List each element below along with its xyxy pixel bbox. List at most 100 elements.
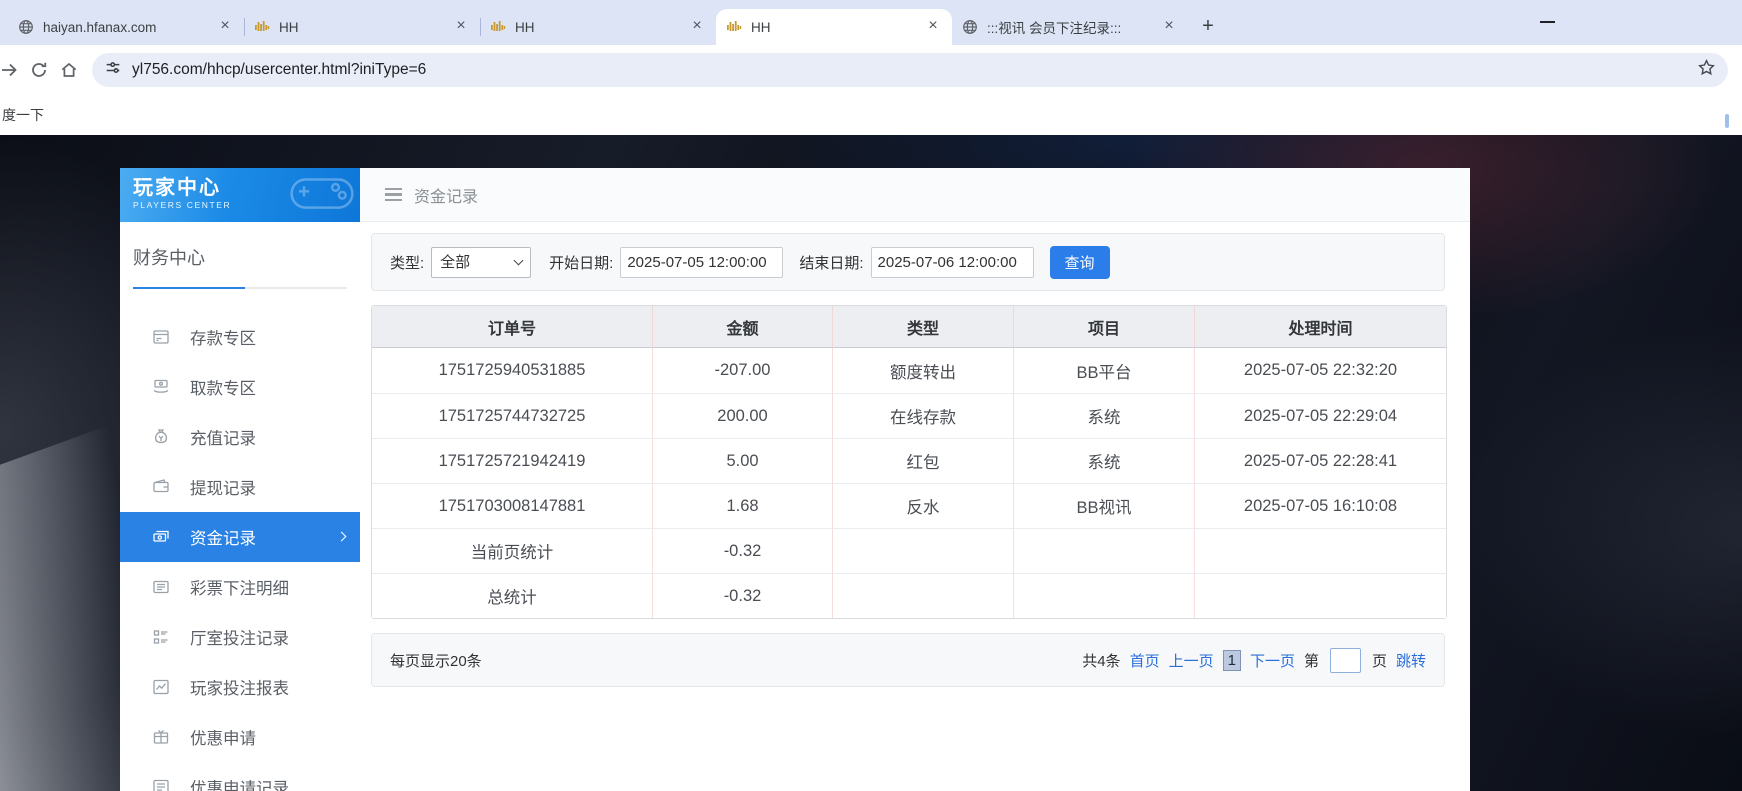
- tab-close-icon[interactable]: ×: [924, 18, 942, 36]
- lottery-icon: [152, 578, 170, 596]
- table-cell: 红包: [832, 438, 1013, 483]
- page-jump-input[interactable]: [1330, 648, 1361, 673]
- browser-tab[interactable]: :::视讯 会员下注纪录:::×: [952, 9, 1188, 45]
- promo-icon: [152, 728, 170, 746]
- section-title: 财务中心: [133, 244, 347, 270]
- query-button[interactable]: 查询: [1050, 246, 1110, 279]
- sidebar-item[interactable]: 优惠申请记录: [120, 762, 360, 791]
- table-cell: 5.00: [652, 438, 832, 483]
- table-cell: 额度转出: [832, 348, 1013, 393]
- table-cell: BB平台: [1013, 348, 1194, 393]
- content-header: 资金记录: [360, 168, 1470, 222]
- table-cell: 2025-07-05 22:29:04: [1194, 393, 1446, 438]
- tab-title: haiyan.hfanax.com: [43, 20, 216, 35]
- table-header-cell: 处理时间: [1194, 306, 1446, 348]
- sidebar-item[interactable]: 优惠申请: [120, 712, 360, 762]
- end-date-input[interactable]: [871, 247, 1034, 278]
- sidebar-item-label: 充值记录: [190, 425, 256, 449]
- sidebar-item[interactable]: 提现记录: [120, 462, 360, 512]
- table-cell: -0.32: [652, 573, 832, 618]
- section-underline: [133, 287, 347, 289]
- tab-close-icon[interactable]: ×: [216, 18, 234, 36]
- funds-table: 订单号金额类型项目处理时间 1751725940531885-207.00额度转…: [371, 305, 1447, 619]
- forward-icon[interactable]: [0, 55, 24, 85]
- tab-close-icon[interactable]: ×: [1160, 18, 1178, 36]
- table-cell: 系统: [1013, 438, 1194, 483]
- address-bar[interactable]: yl756.com/hhcp/usercenter.html?iniType=6: [92, 53, 1728, 87]
- menu-toggle-icon[interactable]: [385, 188, 402, 201]
- sidebar-header: 玩家中心 PLAYERS CENTER: [120, 168, 360, 222]
- tab-title: :::视讯 会员下注纪录:::: [987, 17, 1160, 37]
- browser-tab[interactable]: haiyan.hfanax.com×: [8, 9, 244, 45]
- first-page-link[interactable]: 首页: [1130, 650, 1160, 671]
- bookmarks-bar: 度一下: [0, 95, 1742, 135]
- table-header-cell: 类型: [832, 306, 1013, 348]
- current-page-indicator: 1: [1223, 650, 1241, 671]
- sidebar-item-label: 存款专区: [190, 325, 256, 349]
- filter-bar: 类型: 全部 开始日期: 结束日期: 查询: [371, 233, 1445, 291]
- home-icon[interactable]: [54, 55, 84, 85]
- sidebar-item[interactable]: 充值记录: [120, 412, 360, 462]
- new-tab-button[interactable]: +: [1194, 13, 1222, 41]
- browser-tab[interactable]: HH×: [244, 9, 480, 45]
- browser-tab[interactable]: HH×: [716, 9, 952, 45]
- tab-close-icon[interactable]: ×: [452, 18, 470, 36]
- bookmark-star-icon[interactable]: [1697, 58, 1716, 82]
- sidebar-item[interactable]: 资金记录: [120, 512, 360, 562]
- bookmark-item[interactable]: 度一下: [2, 105, 44, 125]
- table-cell: 2025-07-05 22:28:41: [1194, 438, 1446, 483]
- page-title: 资金记录: [414, 183, 478, 207]
- table-cell: [832, 528, 1013, 573]
- prev-page-link[interactable]: 上一页: [1169, 650, 1214, 671]
- url-text[interactable]: yl756.com/hhcp/usercenter.html?iniType=6: [132, 61, 1697, 79]
- table-cell: 1.68: [652, 483, 832, 528]
- sidebar-item-label: 提现记录: [190, 475, 256, 499]
- sidebar-item[interactable]: 玩家投注报表: [120, 662, 360, 712]
- table-cell: 1751725744732725: [372, 393, 652, 438]
- tab-title: HH: [279, 20, 452, 35]
- minimize-icon[interactable]: [1540, 21, 1555, 23]
- table-cell: 200.00: [652, 393, 832, 438]
- reload-icon[interactable]: [24, 55, 54, 85]
- page-background: 玩家中心 PLAYERS CENTER 财务中心 存款专区取款专区充值记录提现记…: [0, 135, 1742, 791]
- type-filter-select[interactable]: 全部: [431, 247, 531, 278]
- sidebar-item[interactable]: 厅室投注记录: [120, 612, 360, 662]
- table-cell: -0.32: [652, 528, 832, 573]
- table-cell: 1751725940531885: [372, 348, 652, 393]
- next-page-link[interactable]: 下一页: [1250, 650, 1295, 671]
- tab-title: HH: [751, 20, 924, 35]
- page-size-text: 每页显示20条: [390, 650, 482, 671]
- tab-close-icon[interactable]: ×: [688, 18, 706, 36]
- side-panel-indicator: [1725, 114, 1729, 128]
- sidebar-section: 财务中心: [120, 222, 360, 312]
- sidebar-item[interactable]: 取款专区: [120, 362, 360, 412]
- chevron-right-icon: [337, 532, 347, 542]
- end-date-label: 结束日期:: [799, 252, 863, 273]
- start-date-input[interactable]: [620, 247, 783, 278]
- jump-button[interactable]: 跳转: [1396, 650, 1426, 671]
- pagination-bar: 每页显示20条 共4条 首页 上一页 1 下一页 第 页 跳转: [371, 633, 1445, 687]
- tab-title: HH: [515, 20, 688, 35]
- browser-tab[interactable]: HH×: [480, 9, 716, 45]
- gold-wave-icon: [726, 19, 742, 35]
- site-settings-icon[interactable]: [104, 59, 122, 82]
- recharge-icon: [152, 428, 170, 446]
- jump-suffix-label: 页: [1372, 650, 1387, 671]
- sidebar-item[interactable]: 彩票下注明细: [120, 562, 360, 612]
- table-header-cell: 项目: [1013, 306, 1194, 348]
- table-cell: [1194, 573, 1446, 618]
- gold-wave-icon: [254, 19, 270, 35]
- table-cell: [1194, 528, 1446, 573]
- table-cell: [1013, 528, 1194, 573]
- sidebar-item-label: 优惠申请: [190, 725, 256, 749]
- table-row: 当前页统计-0.32: [372, 528, 1446, 573]
- gold-wave-icon: [490, 19, 506, 35]
- table-header-cell: 金额: [652, 306, 832, 348]
- table-row: 17517030081478811.68反水BB视讯2025-07-05 16:…: [372, 483, 1446, 528]
- sidebar-item-label: 彩票下注明细: [190, 575, 289, 599]
- report-icon: [152, 678, 170, 696]
- table-cell: 1751725721942419: [372, 438, 652, 483]
- table-cell: 系统: [1013, 393, 1194, 438]
- tab-strip: haiyan.hfanax.com×HH×HH×HH×:::视讯 会员下注纪录:…: [0, 0, 1742, 45]
- sidebar-item[interactable]: 存款专区: [120, 312, 360, 362]
